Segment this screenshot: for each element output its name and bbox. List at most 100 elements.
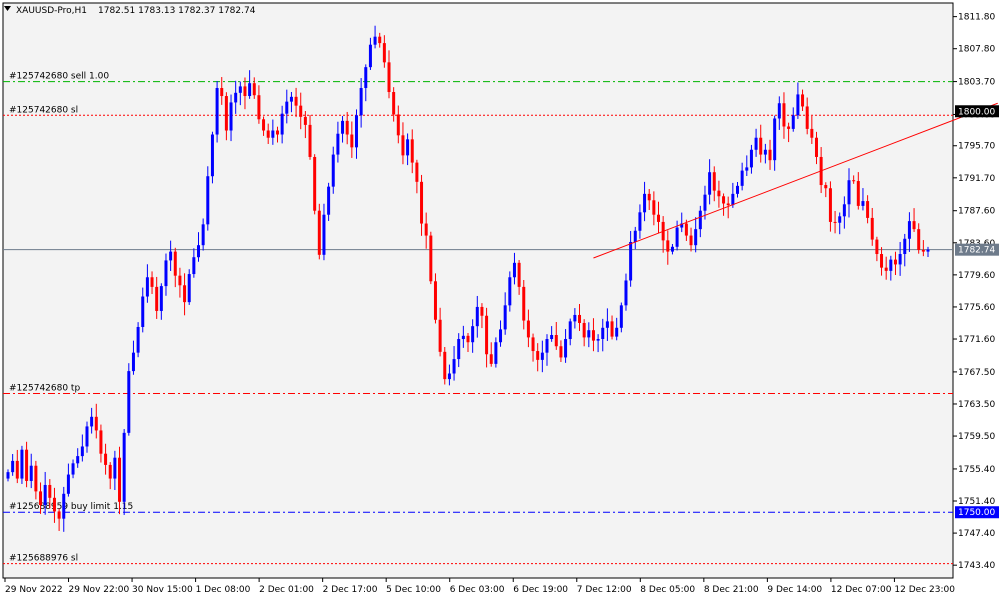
x-tick-label: 6 Dec 19:00 [513,585,568,595]
candle-bull [331,154,335,187]
candle-bear [814,137,818,157]
candle-bull [452,359,456,374]
candle-bull [861,201,865,206]
candle-bear [466,335,470,343]
candle-bear [485,315,489,355]
candle-bull [777,103,781,119]
candle-bull [322,214,326,255]
y-tick-label: 1771.60 [958,335,995,345]
candle-bear [99,430,103,454]
y-tick-label: 1751.40 [958,497,995,507]
y-tick-label: 1767.50 [958,368,995,378]
candle-bull [113,457,117,479]
candle-bear [382,43,386,63]
chart-window[interactable]: #125742680 sell 1.00 #125742680 sl #125742… [0,0,1000,600]
candle-bull [43,484,47,506]
candle-bull [633,230,637,242]
candle-bear [39,491,43,506]
candle-bear [108,464,112,479]
candle-bear [522,286,526,321]
candle-bear [345,120,349,135]
candle-bear [401,135,405,156]
candle-bear [480,306,484,316]
candle-bull [629,241,633,281]
candle-bear [810,128,814,138]
candle-bear [880,254,884,268]
candlestick-chart[interactable]: #125742680 sell 1.00 #125742680 sl #125742… [0,0,1000,600]
candle-bear [912,221,916,230]
candle-bull [187,274,191,303]
candle-bear [104,453,108,465]
candle-bull [289,96,293,102]
candle-bull [20,449,24,479]
candle-bull [512,262,516,278]
candle-bull [605,321,609,328]
candle-bear [652,200,656,215]
candle-bear [48,484,52,498]
candle-bull [76,456,80,464]
candle-bear [517,262,521,287]
candle-bull [643,193,647,213]
candle-bear [350,134,354,148]
ohlc-readout: 1782.51 1783.13 1782.37 1782.74 [98,6,256,16]
candle-bull [698,210,702,230]
candle-bull [131,352,135,372]
candle-bear [917,229,921,251]
candle-bull [763,149,767,155]
candle-bear [224,96,228,131]
y-tick-label: 1787.60 [958,207,995,217]
candle-bull [471,326,475,343]
candle-bull [145,277,149,297]
candle-bear [299,105,303,117]
candle-bull [796,94,800,116]
candle-bear [308,124,312,157]
candle-bear [94,416,98,431]
candle-bull [615,327,619,337]
candle-bear [378,36,382,44]
candle-bear [657,214,661,222]
candle-bear [717,190,721,197]
candle-bull [745,167,749,171]
candle-bear [262,119,266,131]
candle-bull [229,102,233,131]
y-tick-label: 1747.40 [958,529,995,539]
candle-bull [285,101,289,114]
candle-bull [499,329,503,343]
candle-bull [898,254,902,265]
candle-bull [475,306,479,327]
candle-bull [341,120,345,134]
plot-area[interactable] [2,2,954,579]
candle-bull [234,92,238,103]
candle-bull [359,88,363,116]
candle-bear [921,250,925,252]
candle-bull [136,326,140,353]
candle-bull [601,327,605,340]
candle-bull [127,371,131,433]
candle-bull [141,296,145,327]
candle-bull [71,463,75,475]
candle-bull [540,352,544,360]
candle-bear [252,83,256,96]
candle-bull [210,134,214,177]
candle-bear [294,96,298,106]
candle-bear [856,181,860,206]
candle-bear [317,210,321,255]
candle-bull [164,260,168,287]
chart-header: XAUUSD-Pro,H1 1782.51 1783.13 1782.37 17… [4,6,256,16]
y-tick-label: 1795.70 [958,142,995,152]
candle-bull [847,180,851,205]
order-line-label: #125688959 buy limit 1.15 [9,502,133,512]
candle-bull [754,137,758,150]
candle-bear [410,139,414,163]
candle-bear [787,126,791,129]
x-tick-label: 6 Dec 03:00 [450,585,505,595]
x-tick-label: 2 Dec 17:00 [323,585,378,595]
candle-bull [354,115,358,148]
x-tick-label: 1 Dec 08:00 [196,585,251,595]
candle-bull [368,44,372,68]
x-tick-label: 8 Dec 21:00 [704,585,759,595]
candle-bull [169,251,173,261]
candle-bear [178,275,182,286]
candle-bear [782,103,786,127]
candle-bull [708,172,712,195]
